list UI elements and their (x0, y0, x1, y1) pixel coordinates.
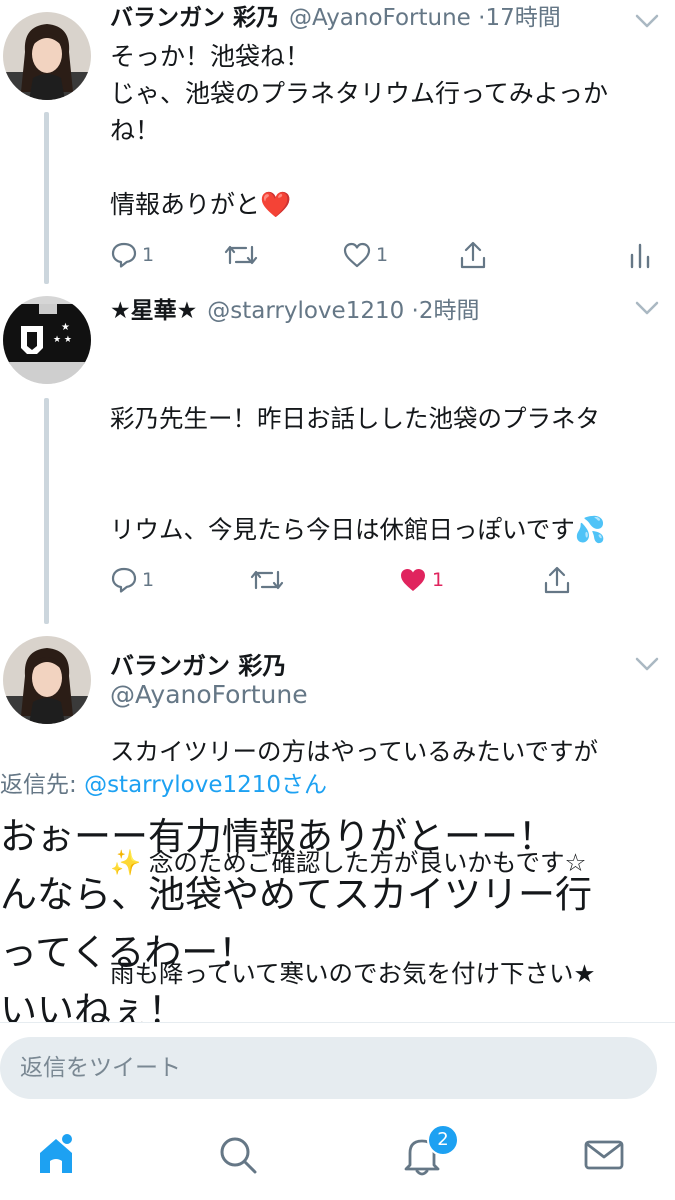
svg-text:★: ★ (61, 322, 70, 333)
tweet-header: バランガン 彩乃 @AyanoFortune ·17時間 (110, 0, 561, 32)
avatar[interactable] (3, 636, 91, 724)
tweet-text-line: 彩乃先生ー！昨日お話しした池袋のプラネタ (110, 404, 600, 433)
chevron-down-icon[interactable] (635, 657, 659, 671)
reply-button[interactable]: 1 (110, 563, 154, 597)
reply-icon (111, 242, 137, 268)
user-handle[interactable]: @AyanoFortune (110, 680, 308, 709)
reply-to-handle[interactable]: @starrylove1210さん (84, 772, 327, 798)
chevron-down-icon[interactable] (635, 14, 659, 28)
display-name[interactable]: バランガン 彩乃 (110, 646, 286, 681)
tab-home[interactable] (34, 1133, 78, 1177)
heart-icon (343, 242, 371, 268)
tweet-actions: 1 1 (110, 238, 670, 272)
search-icon (220, 1137, 257, 1174)
reply-to-line: 返信先: @starrylove1210さん (0, 765, 327, 799)
tab-messages[interactable] (582, 1133, 626, 1177)
tab-search[interactable] (216, 1133, 260, 1177)
analytics-icon (630, 243, 650, 269)
avatar[interactable]: ★ ★ ★ (3, 296, 91, 384)
tweet-text-content: そっか！池袋ね！ じゃ、池袋のプラネタリウム行ってみよっか ね！ 情報ありがと (110, 42, 609, 219)
retweet-button[interactable] (224, 238, 258, 272)
user-handle[interactable]: @AyanoFortune (289, 5, 471, 31)
share-button[interactable] (542, 563, 572, 597)
reply-count: 1 (142, 244, 155, 266)
tweet-text: そっか！池袋ね！ じゃ、池袋のプラネタリウム行ってみよっか ね！ 情報ありがと❤… (110, 38, 655, 223)
timestamp[interactable]: 17時間 (485, 5, 560, 31)
home-icon (40, 1134, 72, 1173)
timestamp[interactable]: 2時間 (419, 298, 480, 324)
like-count: 1 (376, 244, 389, 266)
share-icon (460, 241, 486, 269)
tweet-thread-screen: バランガン 彩乃 @AyanoFortune ·17時間 そっか！池袋ね！ じゃ、… (0, 0, 675, 1200)
sweat-drops-emoji: 💦 (574, 515, 606, 544)
tweet-text-content: リウム、今見たら今日は休館日っぽいです (110, 515, 575, 544)
like-button[interactable]: 1 (398, 563, 444, 597)
display-name[interactable]: バランガン 彩乃 (110, 5, 279, 31)
tweet-actions: 1 1 (110, 563, 670, 597)
avatar[interactable] (3, 12, 91, 100)
heart-filled-icon (401, 569, 425, 591)
display-name[interactable]: ★星華★ (110, 298, 197, 324)
retweet-icon (224, 245, 258, 265)
reply-count: 1 (142, 569, 155, 591)
tweet-text-line: リウム、今見たら今日は休館日っぽいです💦 (110, 511, 655, 548)
reply-button[interactable]: 1 (110, 238, 154, 272)
heart-emoji: ❤️ (260, 190, 292, 219)
tweet-header: ★星華★ @starrylove1210 ·2時間 (110, 291, 480, 325)
reply-compose-area (0, 1022, 675, 1200)
like-button[interactable]: 1 (342, 238, 388, 272)
notification-badge: 2 (427, 1124, 459, 1156)
reply-icon (111, 567, 137, 593)
share-icon (544, 566, 570, 594)
mail-icon (584, 1140, 624, 1170)
retweet-icon (250, 570, 284, 590)
reply-input[interactable] (0, 1037, 657, 1099)
analytics-button[interactable] (628, 238, 652, 272)
chevron-down-icon[interactable] (635, 301, 659, 315)
bottom-tab-bar (0, 1123, 675, 1200)
retweet-button[interactable] (250, 563, 284, 597)
user-handle[interactable]: @starrylove1210 (207, 298, 404, 324)
thread-connector (44, 112, 49, 284)
thread-connector (44, 398, 49, 624)
main-tweet-text: おぉーー有力情報ありがとーー！ んなら、池袋やめてスカイツリー行 ってくるわー！… (0, 815, 592, 1032)
separator: · (411, 298, 419, 324)
svg-text:★ ★: ★ ★ (53, 335, 72, 345)
like-count: 1 (432, 569, 445, 591)
reply-to-label: 返信先: (0, 772, 77, 798)
share-button[interactable] (458, 238, 488, 272)
